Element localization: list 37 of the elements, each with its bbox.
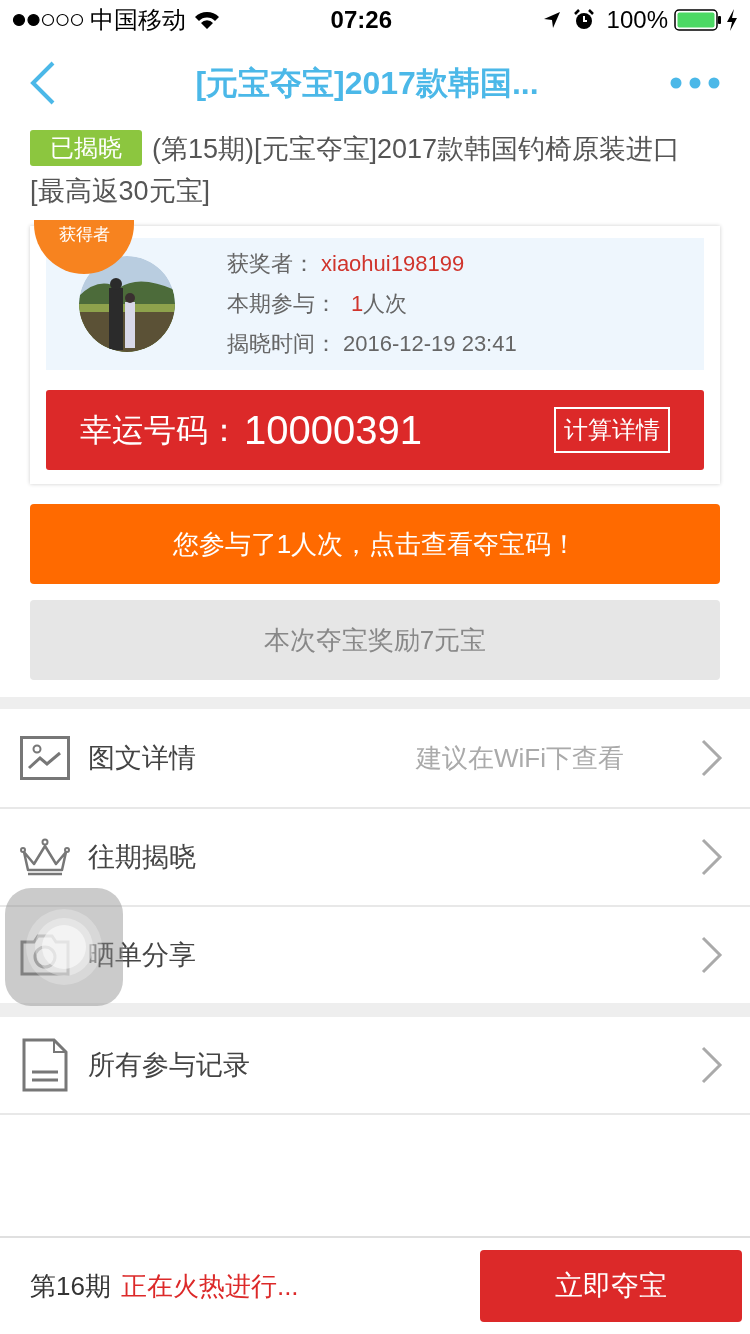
carrier-name: 中国移动 [90, 5, 186, 35]
chevron-right-icon [700, 935, 724, 975]
lucky-number: 10000391 [244, 407, 422, 454]
image-icon [20, 736, 70, 780]
winner-name: xiaohui198199 [321, 250, 465, 278]
clock-time: 07:26 [329, 5, 393, 35]
battery-percent: 100% [606, 5, 668, 35]
chevron-right-icon [700, 1045, 724, 1085]
chevron-right-icon [700, 738, 724, 778]
product-title: 已揭晓 (第15期)[元宝夺宝]2017款韩国钓椅原装进口[最高返30元宝] [30, 128, 700, 212]
participation-label: 本期参与： [227, 290, 337, 318]
participation-value: 1人次 [351, 290, 408, 318]
reveal-time: 2016-12-19 23:41 [343, 330, 517, 358]
period-status: 正在火热进行... [120, 1269, 299, 1303]
winner-label: 获奖者： [227, 250, 315, 278]
wifi-icon [194, 10, 220, 30]
camera-icon [20, 934, 70, 976]
reveal-label: 揭晓时间： [227, 330, 337, 358]
menu-label: 晒单分享 [88, 938, 196, 972]
next-period: 第16期 [30, 1269, 111, 1303]
charging-bolt-icon [726, 9, 738, 31]
document-icon [22, 1038, 68, 1092]
page-title: [元宝夺宝]2017款韩国... [194, 64, 540, 103]
crown-icon [20, 838, 70, 876]
location-arrow-icon [542, 11, 561, 29]
signal-icon [12, 13, 84, 27]
chevron-right-icon [700, 837, 724, 877]
status-tag: 已揭晓 [30, 130, 142, 166]
menu-label: 所有参与记录 [88, 1048, 250, 1082]
join-now-button[interactable]: 立即夺宝 [480, 1250, 742, 1322]
menu-label: 图文详情 [88, 741, 196, 775]
menu-label: 往期揭晓 [88, 840, 196, 874]
lucky-number-label: 幸运号码： [80, 411, 240, 450]
menu-hint: 建议在WiFi下查看 [416, 741, 624, 775]
calculation-details-button[interactable]: 计算详情 [554, 407, 670, 453]
battery-icon [674, 9, 722, 31]
alarm-icon [572, 9, 595, 31]
